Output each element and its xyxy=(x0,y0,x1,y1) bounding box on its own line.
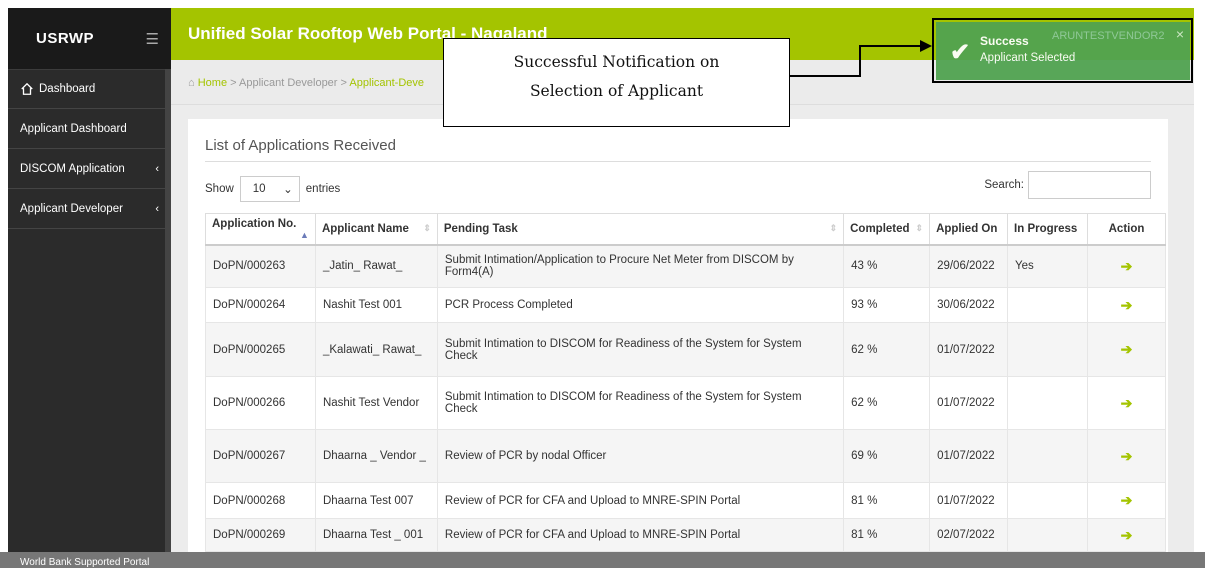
callout-line-1: Successful Notification on xyxy=(513,53,720,71)
annotation-callout: Successful Notification on Selection of … xyxy=(443,38,790,127)
callout-line-2: Selection of Applicant xyxy=(529,82,704,100)
